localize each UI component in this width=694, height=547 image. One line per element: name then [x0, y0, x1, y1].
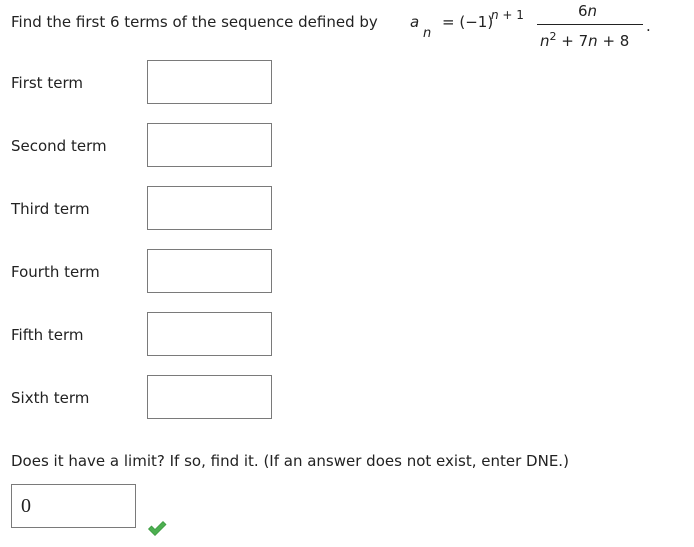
third-term-label: Third term [11, 200, 90, 218]
formula-lhs-subscript: n [423, 26, 432, 41]
fifth-term-input[interactable] [147, 312, 272, 356]
formula-lhs-var: a [410, 13, 420, 31]
formula-exponent: n + 1 [491, 8, 524, 22]
sixth-term-label: Sixth term [11, 389, 90, 407]
question-suffix: . [646, 17, 651, 35]
third-term-input[interactable] [147, 186, 272, 230]
limit-input[interactable] [11, 484, 136, 528]
second-term-input[interactable] [147, 123, 272, 167]
second-term-label: Second term [11, 137, 107, 155]
fourth-term-label: Fourth term [11, 263, 100, 281]
first-term-label: First term [11, 74, 83, 92]
fourth-term-input[interactable] [147, 249, 272, 293]
sixth-term-input[interactable] [147, 375, 272, 419]
fraction-bar [537, 24, 643, 25]
fifth-term-label: Fifth term [11, 326, 84, 344]
formula-denominator: n2 + 7n + 8 [540, 30, 630, 50]
formula-numerator: 6n [578, 2, 598, 20]
question-prefix: Find the first 6 terms of the sequence d… [11, 13, 378, 31]
first-term-input[interactable] [147, 60, 272, 104]
check-icon [148, 521, 167, 536]
formula-equals: = (−1) [442, 13, 494, 31]
limit-question: Does it have a limit? If so, find it. (I… [11, 452, 569, 470]
